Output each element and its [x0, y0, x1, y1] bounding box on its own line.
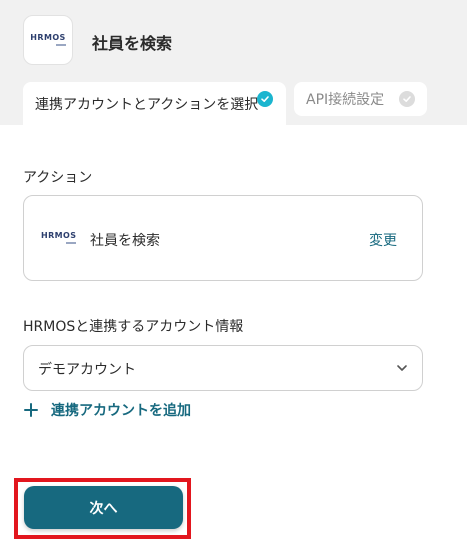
change-action-link[interactable]: 変更: [369, 230, 397, 250]
check-circle-icon: [399, 91, 415, 107]
account-section-label: HRMOSと連携するアカウント情報: [23, 319, 244, 335]
tab-api-settings[interactable]: API接続設定: [294, 82, 427, 116]
selected-account: デモアカウント: [38, 362, 136, 378]
hrmos-logo-text: HRMOS: [30, 33, 66, 42]
action-card: HRMOS 社員を検索 変更: [23, 195, 423, 281]
check-circle-icon: [257, 91, 273, 107]
account-select[interactable]: デモアカウント: [23, 345, 423, 391]
tab-label: API接続設定: [306, 92, 385, 108]
tab-select-account-action[interactable]: 連携アカウントとアクションを選択: [23, 82, 286, 125]
next-button[interactable]: 次へ: [24, 486, 183, 529]
tab-label: 連携アカウントとアクションを選択: [35, 96, 259, 113]
hrmos-logo: HRMOS: [41, 231, 77, 244]
add-account-label: 連携アカウントを追加: [51, 403, 191, 419]
action-section-label: アクション: [23, 170, 93, 186]
app-logo-box: HRMOS: [23, 15, 73, 65]
add-account-button[interactable]: 連携アカウントを追加: [24, 400, 191, 420]
page-title: 社員を検索: [92, 34, 173, 53]
action-name: 社員を検索: [90, 233, 160, 249]
hrmos-logo-text: HRMOS: [41, 231, 77, 240]
hrmos-logo: HRMOS: [30, 33, 66, 46]
plus-icon: [24, 403, 38, 417]
chevron-down-icon: [397, 365, 407, 371]
